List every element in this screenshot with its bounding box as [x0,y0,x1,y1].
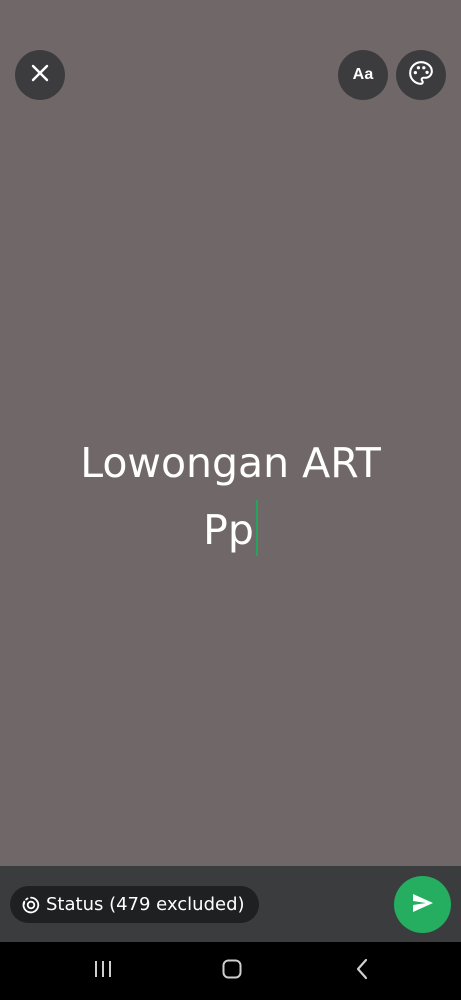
status-icon [22,896,40,914]
font-label: Aa [352,66,374,83]
recents-icon [92,960,114,982]
close-icon [30,63,50,87]
recents-button[interactable] [73,942,133,1000]
status-text-input[interactable]: Lowongan ART Pp [0,430,461,564]
font-button[interactable]: Aa [338,50,388,100]
back-icon [354,958,370,984]
text-line-2: Pp [0,497,461,564]
home-button[interactable] [202,942,262,1000]
status-text-canvas[interactable]: Aa Lowongan ART Pp [0,0,461,866]
send-icon [411,892,435,918]
bottom-bar: Status (479 excluded) [0,866,461,942]
audience-label: Status (479 excluded) [46,894,245,915]
audience-selector[interactable]: Status (479 excluded) [10,886,259,923]
close-button[interactable] [15,50,65,100]
color-palette-button[interactable] [396,50,446,100]
home-icon [221,958,243,984]
text-caret [255,500,258,556]
system-navigation-bar [0,942,461,1000]
text-line-2-content: Pp [203,506,254,554]
text-line-1: Lowongan ART [80,439,381,487]
send-button[interactable] [394,876,451,933]
back-button[interactable] [332,942,392,1000]
palette-icon [408,60,434,90]
